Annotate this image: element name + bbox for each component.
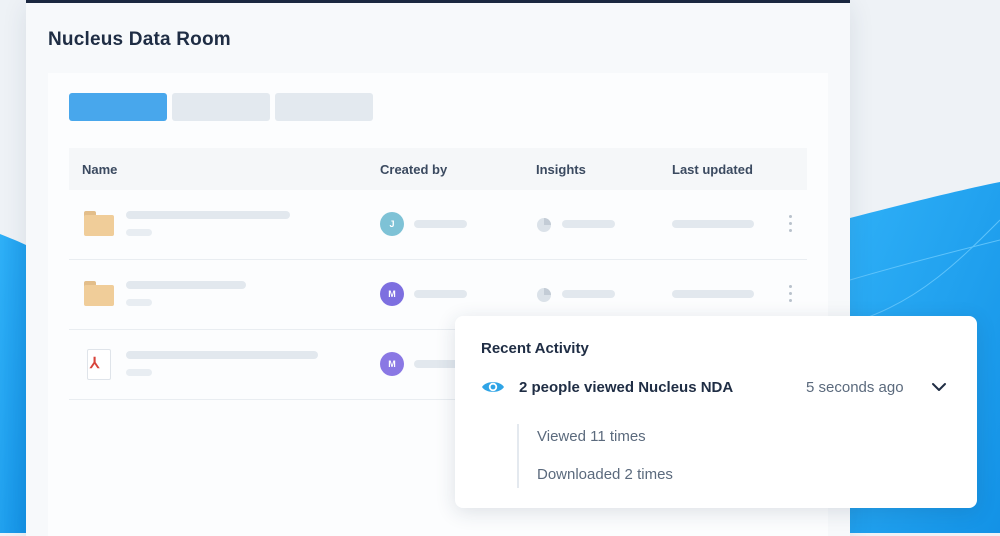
- folder-icon: [84, 211, 114, 237]
- detail-downloaded: Downloaded 2 times: [537, 466, 673, 483]
- updated-placeholder: [672, 290, 754, 298]
- tab-secondary[interactable]: [172, 93, 270, 121]
- popup-title: Recent Activity: [481, 340, 589, 357]
- table-row[interactable]: J: [69, 190, 807, 260]
- recent-activity-popup: Recent Activity 2 people viewed Nucleus …: [455, 316, 977, 508]
- creator-placeholder: [414, 290, 467, 298]
- table-header: Name Created by Insights Last updated: [69, 148, 807, 190]
- creator-placeholder: [414, 220, 467, 228]
- avatar: M: [380, 352, 404, 376]
- eye-icon: [482, 382, 504, 392]
- more-options-icon[interactable]: [789, 285, 793, 303]
- detail-divider: [517, 424, 519, 488]
- column-header-name[interactable]: Name: [82, 162, 117, 177]
- pdf-file-icon: ⅄: [87, 349, 111, 380]
- insights-pie-icon: [537, 218, 551, 232]
- meta-placeholder: [126, 299, 152, 306]
- name-placeholder: [126, 351, 318, 359]
- chevron-down-icon[interactable]: [931, 380, 947, 394]
- more-options-icon[interactable]: [789, 215, 793, 233]
- tab-primary[interactable]: [69, 93, 167, 121]
- insights-pie-icon: [537, 288, 551, 302]
- avatar: J: [380, 212, 404, 236]
- column-header-created-by[interactable]: Created by: [380, 162, 447, 177]
- insights-placeholder: [562, 290, 615, 298]
- meta-placeholder: [126, 369, 152, 376]
- tab-tertiary[interactable]: [275, 93, 373, 121]
- folder-icon: [84, 281, 114, 307]
- page-title: Nucleus Data Room: [48, 29, 231, 50]
- insights-placeholder: [562, 220, 615, 228]
- name-placeholder: [126, 281, 246, 289]
- activity-timestamp: 5 seconds ago: [806, 379, 904, 396]
- avatar: M: [380, 282, 404, 306]
- meta-placeholder: [126, 229, 152, 236]
- detail-viewed: Viewed 11 times: [537, 428, 646, 445]
- column-header-last-updated[interactable]: Last updated: [672, 162, 753, 177]
- name-placeholder: [126, 211, 290, 219]
- updated-placeholder: [672, 220, 754, 228]
- activity-description: 2 people viewed Nucleus NDA: [519, 379, 734, 396]
- column-header-insights[interactable]: Insights: [536, 162, 586, 177]
